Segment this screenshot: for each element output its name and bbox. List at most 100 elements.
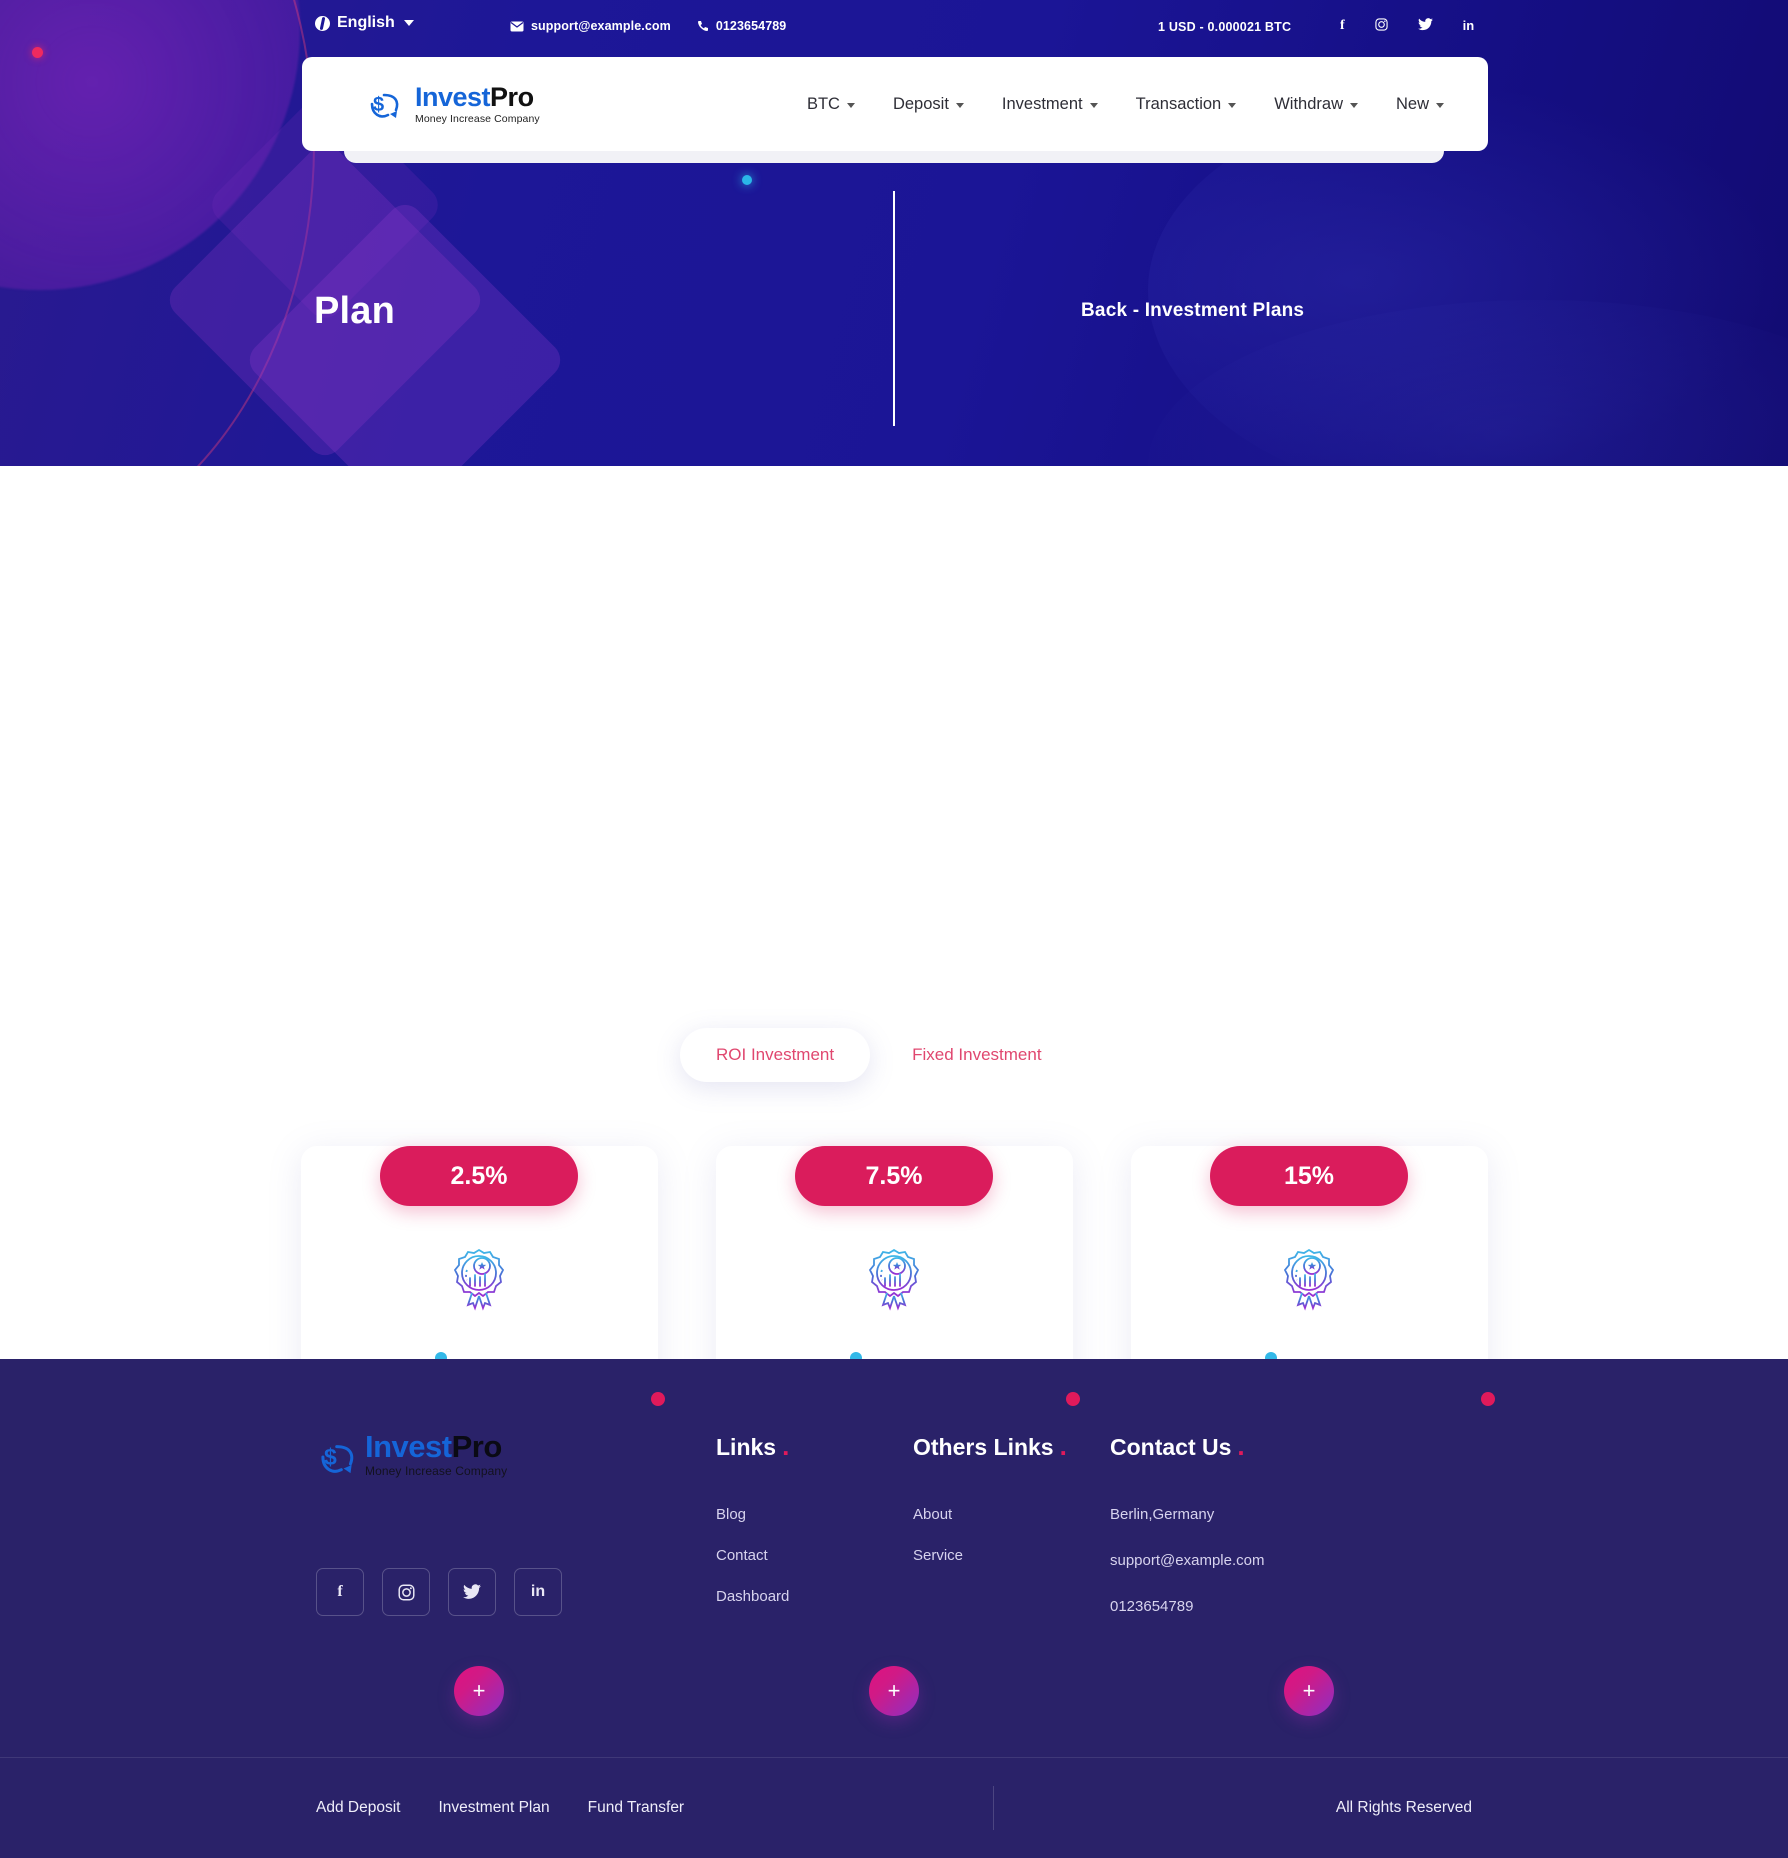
topbar-social-links: f in: [1340, 18, 1474, 33]
card-edge-dot: [650, 1392, 665, 1406]
menu-label: Withdraw: [1274, 94, 1343, 113]
footer-logo-name-second: Pro: [451, 1429, 503, 1464]
hero-banner: English support@example.com 0123654789 1…: [0, 0, 1788, 466]
hero-divider: [893, 191, 895, 426]
decorative-cyan-dot: [742, 175, 752, 185]
svg-text:$: $: [373, 94, 384, 116]
footer-logo-name-first: Invest: [365, 1429, 452, 1464]
phone-icon: [697, 21, 708, 31]
logo-name-second: Pro: [490, 81, 534, 112]
plan-badge: 2.5%: [380, 1146, 578, 1206]
copyright-text: All Rights Reserved: [1335, 1799, 1472, 1816]
topbar-email[interactable]: support@example.com: [510, 19, 671, 33]
footer-contact-title-label: Contact Us: [1110, 1434, 1232, 1460]
plan-invest-button[interactable]: +: [1284, 1666, 1334, 1716]
menu-item-deposit[interactable]: Deposit: [893, 95, 964, 114]
menu-label: BTC: [806, 94, 840, 113]
topbar-contact-group: support@example.com 0123654789: [510, 19, 786, 33]
menu-item-transaction[interactable]: Transaction: [1136, 95, 1237, 114]
linkedin-icon[interactable]: in: [514, 1568, 562, 1616]
footer-bottom-link-add-deposit[interactable]: Add Deposit: [316, 1799, 400, 1817]
footer-address: Berlin,Germany: [1110, 1506, 1215, 1523]
navigation-bar-wrapper: $ InvestPro Money Increase Company BTC D…: [302, 57, 1488, 163]
medal-badge-icon: [448, 1246, 510, 1325]
logo-name-first: Invest: [415, 81, 491, 112]
svg-text:$: $: [324, 1444, 337, 1470]
site-logo[interactable]: $ InvestPro Money Increase Company: [366, 81, 540, 125]
tab-fixed-investment[interactable]: Fixed Investment: [876, 1028, 1077, 1082]
chevron-down-icon: [846, 103, 855, 108]
language-selector[interactable]: English: [315, 14, 414, 32]
footer-logo[interactable]: $ InvestPro Money Increase Company: [316, 1431, 716, 1477]
footer-link-about[interactable]: About: [913, 1506, 1110, 1523]
footer-phone[interactable]: 0123654789: [1110, 1598, 1264, 1615]
footer-links-column: Links. Blog Contact Dashboard: [716, 1431, 913, 1644]
twitter-icon[interactable]: [448, 1568, 496, 1616]
footer-others-title: Others Links.: [913, 1431, 1110, 1462]
footer-link-service[interactable]: Service: [913, 1547, 1110, 1564]
medal-badge-icon: [1278, 1246, 1340, 1325]
medal-badge-icon: [863, 1246, 925, 1325]
tab-roi-investment[interactable]: ROI Investment: [680, 1028, 871, 1082]
topbar-email-label: support@example.com: [531, 19, 671, 33]
topbar-phone[interactable]: 0123654789: [697, 19, 787, 33]
footer-others-title-label: Others Links: [913, 1434, 1054, 1460]
footer-others-column: Others Links. About Service: [913, 1431, 1110, 1644]
logo-tagline: Money Increase Company: [415, 112, 540, 125]
dollar-arrow-logo-icon: $: [316, 1434, 356, 1474]
accent-dot-icon: .: [1059, 1431, 1067, 1461]
menu-label: Deposit: [892, 94, 949, 113]
site-footer: $ InvestPro Money Increase Company f in …: [0, 1359, 1788, 1858]
footer-bottom-divider: [993, 1786, 994, 1830]
chevron-down-icon: [1089, 103, 1098, 108]
chevron-down-icon: [1436, 103, 1444, 108]
footer-logo-tagline: Money Increase Company: [365, 1464, 508, 1478]
menu-item-btc[interactable]: BTC: [807, 95, 855, 114]
footer-contact-column: Contact Us. Berlin,Germany support@examp…: [1110, 1431, 1264, 1644]
footer-links-title: Links.: [716, 1431, 913, 1462]
linkedin-icon[interactable]: in: [1463, 19, 1475, 32]
footer-logo-name: InvestPro: [365, 1431, 507, 1462]
accent-dot-icon: .: [1237, 1431, 1245, 1461]
page-title: Plan: [314, 290, 396, 332]
footer-social-links: f in: [316, 1568, 716, 1616]
menu-label: Investment: [1001, 94, 1083, 113]
logo-name: InvestPro: [415, 81, 540, 112]
plan-badge: 7.5%: [795, 1146, 993, 1206]
footer-bottom-links: Add Deposit Investment Plan Fund Transfe…: [316, 1799, 684, 1817]
plan-invest-button[interactable]: +: [869, 1666, 919, 1716]
caret-down-icon: [403, 20, 414, 26]
footer-columns: $ InvestPro Money Increase Company f in …: [316, 1431, 1476, 1644]
instagram-icon[interactable]: [382, 1568, 430, 1616]
instagram-icon[interactable]: [1375, 18, 1388, 33]
top-bar: English support@example.com 0123654789 1…: [0, 0, 1788, 55]
footer-bottom-link-fund-transfer[interactable]: Fund Transfer: [588, 1799, 685, 1817]
menu-label: New: [1395, 94, 1429, 113]
language-label: English: [337, 14, 395, 31]
menu-label: Transaction: [1135, 94, 1222, 113]
breadcrumb[interactable]: Back - Investment Plans: [1081, 300, 1304, 322]
plan-invest-button[interactable]: +: [454, 1666, 504, 1716]
footer-link-blog[interactable]: Blog: [716, 1506, 913, 1523]
facebook-icon[interactable]: f: [1340, 18, 1345, 33]
twitter-icon[interactable]: [1417, 18, 1433, 33]
footer-links-title-label: Links: [716, 1434, 777, 1460]
footer-contact-title: Contact Us.: [1110, 1431, 1264, 1462]
menu-item-withdraw[interactable]: Withdraw: [1274, 95, 1358, 114]
chevron-down-icon: [1228, 103, 1237, 108]
topbar-phone-label: 0123654789: [715, 19, 787, 33]
chevron-down-icon: [1349, 103, 1358, 108]
footer-link-contact[interactable]: Contact: [716, 1547, 913, 1564]
envelope-icon: [510, 21, 524, 31]
menu-item-new[interactable]: New: [1396, 95, 1444, 114]
plan-type-tabs: ROI Investment Fixed Investment: [680, 1028, 1078, 1082]
facebook-icon[interactable]: f: [316, 1568, 364, 1616]
menu-item-investment[interactable]: Investment: [1002, 95, 1098, 114]
accent-dot-icon: .: [782, 1431, 790, 1461]
footer-bottom-link-investment-plan[interactable]: Investment Plan: [438, 1799, 549, 1817]
footer-bottom-bar: Add Deposit Investment Plan Fund Transfe…: [0, 1758, 1788, 1858]
main-menu: BTC Deposit Investment Transaction Withd…: [807, 95, 1444, 114]
footer-link-dashboard[interactable]: Dashboard: [716, 1588, 913, 1605]
footer-email[interactable]: support@example.com: [1110, 1552, 1264, 1569]
footer-brand-column: $ InvestPro Money Increase Company f in: [316, 1431, 716, 1644]
